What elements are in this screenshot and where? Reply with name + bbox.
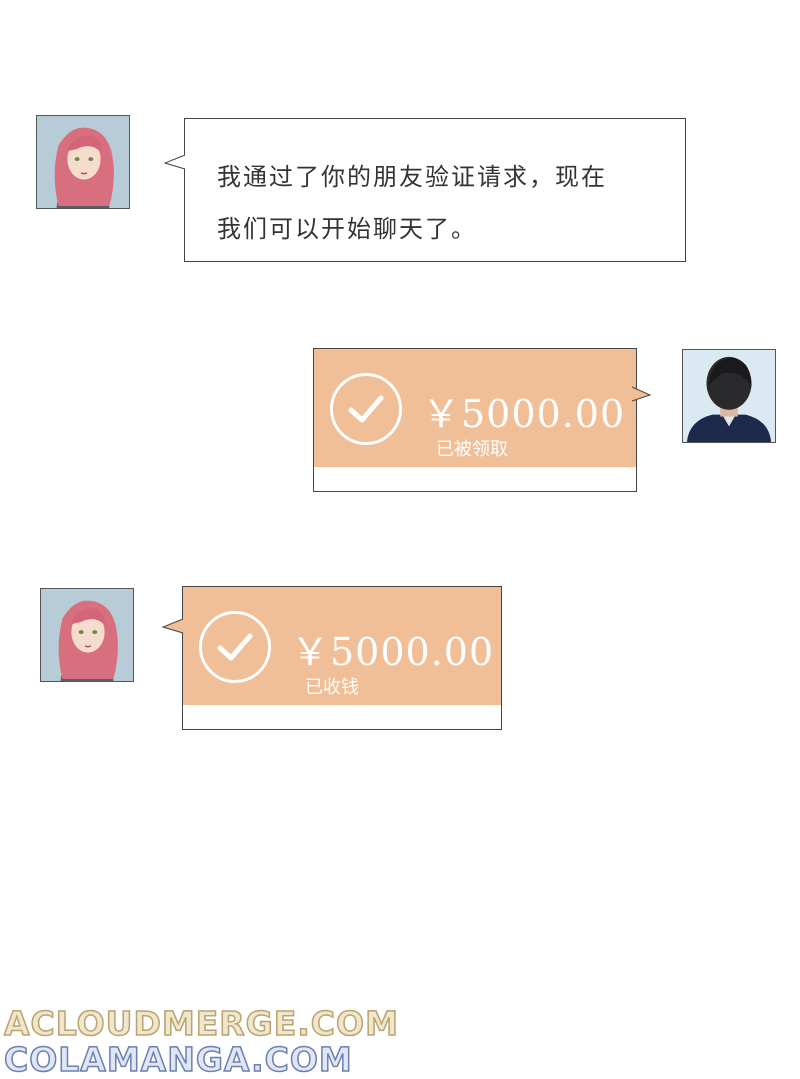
check-circle-icon [199,611,271,683]
transfer-amount: ￥5000.00 [291,630,495,674]
bubble-tail-right [629,386,652,402]
girl-avatar-icon [37,116,129,208]
message-line-1: 我通过了你的朋友验证请求，现在 [217,163,607,191]
transfer-card-received[interactable]: ￥5000.00 已收钱 [161,586,502,730]
check-circle-icon [330,373,402,445]
message-text: 我通过了你的朋友验证请求，现在 我们可以开始聊天了。 [217,151,665,255]
message-line-2: 我们可以开始聊天了。 [217,215,477,243]
chat-bubble-text: 我通过了你的朋友验证请求，现在 我们可以开始聊天了。 [163,118,686,262]
avatar-girl[interactable] [36,115,130,209]
avatar-boy[interactable] [682,349,776,443]
transfer-status: 已收钱 [305,677,359,698]
bubble-tail-left [163,154,188,170]
transfer-card-sent[interactable]: ￥5000.00 已被领取 [313,348,652,492]
girl-avatar-icon [41,589,133,681]
avatar-girl-2[interactable] [40,588,134,682]
transfer-status: 已被领取 [436,439,508,460]
watermark-line-2: COLAMANGA.COM [3,1039,353,1079]
boy-avatar-icon [683,350,775,442]
watermark-line-1: ACLOUDMERGE.COM [3,1003,399,1044]
bubble-tail-left [161,618,186,634]
transfer-amount: ￥5000.00 [422,392,626,436]
